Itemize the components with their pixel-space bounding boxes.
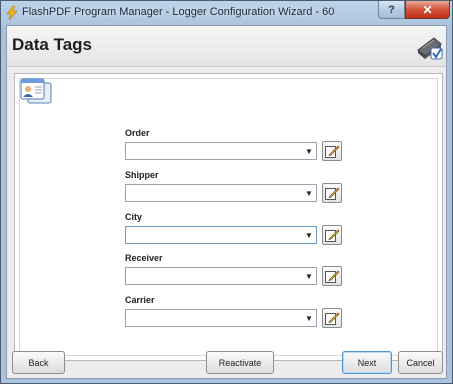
help-button[interactable]: ? [378,1,405,19]
order-label: Order [125,128,150,138]
edit-pencil-icon [325,312,340,325]
id-card-icon [20,78,52,104]
next-button[interactable]: Next [342,351,392,374]
shipper-combobox[interactable]: ▼ [125,184,317,202]
client-area: Data Tags Order ▼ Shipper ▼ City ▼ Recei… [6,25,447,379]
chevron-down-icon[interactable]: ▼ [302,185,316,201]
tags-panel: Order ▼ Shipper ▼ City ▼ Receiver ▼ Carr… [14,73,443,361]
chevron-down-icon[interactable]: ▼ [302,268,316,284]
city-label: City [125,212,143,222]
flash-icon [6,6,18,20]
chevron-down-icon[interactable]: ▼ [302,310,316,326]
city-combobox[interactable]: ▼ [125,226,317,244]
order-combobox[interactable]: ▼ [125,142,317,160]
city-edit-button[interactable] [322,225,342,245]
edit-pencil-icon [325,145,340,158]
edit-pencil-icon [325,229,340,242]
receiver-combobox[interactable]: ▼ [125,267,317,285]
cancel-button[interactable]: Cancel [398,351,443,374]
chevron-down-icon[interactable]: ▼ [302,143,316,159]
reactivate-button[interactable]: Reactivate [206,351,274,374]
carrier-combobox[interactable]: ▼ [125,309,317,327]
order-edit-button[interactable] [322,141,342,161]
shipper-label: Shipper [125,170,159,180]
shipper-edit-button[interactable] [322,183,342,203]
chevron-down-icon[interactable]: ▼ [302,227,316,243]
edit-pencil-icon [325,270,340,283]
receiver-label: Receiver [125,253,163,263]
back-button[interactable]: Back [12,351,65,374]
receiver-edit-button[interactable] [322,266,342,286]
window-title: FlashPDF Program Manager - Logger Config… [22,6,334,18]
wizard-window: FlashPDF Program Manager - Logger Config… [0,0,453,384]
device-checkmark-icon [417,37,443,60]
edit-pencil-icon [325,187,340,200]
page-title: Data Tags [12,35,92,54]
close-button[interactable]: ✕ [405,1,450,19]
title-bar[interactable]: FlashPDF Program Manager - Logger Config… [1,1,452,25]
carrier-edit-button[interactable] [322,308,342,328]
carrier-label: Carrier [125,295,155,305]
page-header: Data Tags [7,26,446,67]
